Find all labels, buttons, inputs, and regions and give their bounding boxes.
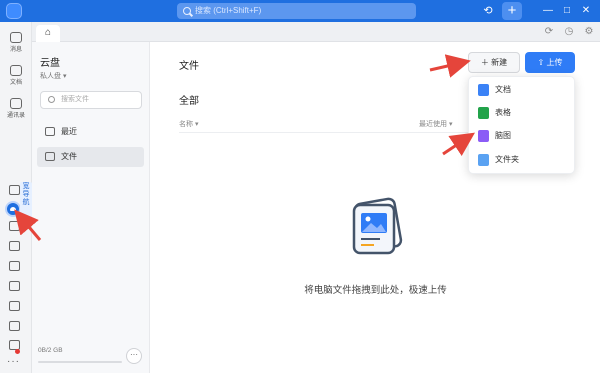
arrow-to-mindmap: [442, 132, 475, 156]
arrow-to-cloud: [14, 209, 42, 241]
annotation-arrows: [14, 54, 475, 241]
arrow-to-new: [429, 54, 471, 78]
